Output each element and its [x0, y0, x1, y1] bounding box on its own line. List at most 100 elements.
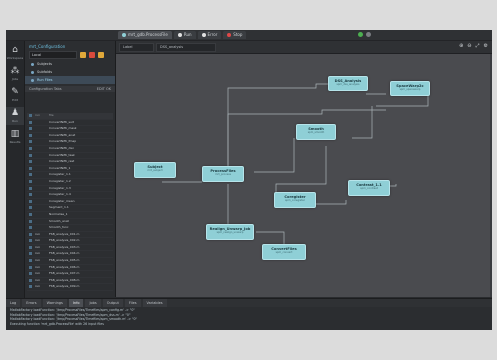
- node-smooth[interactable]: Smooth spm_smooth: [296, 124, 336, 140]
- table-row[interactable]: run FSB_analysis_003.m: [27, 245, 113, 252]
- row-checkbox[interactable]: [29, 206, 32, 210]
- node-contrast[interactable]: Contrast_1.1 spm_contrast: [348, 180, 390, 196]
- environment-select[interactable]: Local: [29, 51, 77, 59]
- table-row[interactable]: ConvertNifti_1: [27, 166, 113, 173]
- jobs-button[interactable]: ⁂ Jobs: [6, 65, 24, 83]
- node-subject[interactable]: Subject mrt_subject: [134, 162, 176, 178]
- tab-info[interactable]: Info: [68, 299, 84, 307]
- tab-run[interactable]: Run: [173, 31, 196, 39]
- node-process-files[interactable]: ProcessFiles mrt_process: [202, 166, 244, 182]
- play-button[interactable]: [358, 32, 363, 37]
- node-realign-unwarp[interactable]: Realign_Unwarp_Job spm_realign_unwarp: [206, 224, 254, 240]
- row-checkbox[interactable]: [29, 127, 32, 131]
- workspace-button[interactable]: ⌂ Workspace: [6, 44, 24, 62]
- table-row[interactable]: run FSB_analysis_005.m: [27, 258, 113, 265]
- table-row[interactable]: ConvertNifti_dwi: [27, 146, 113, 153]
- row-checkbox[interactable]: [29, 245, 32, 249]
- row-checkbox[interactable]: [29, 239, 32, 243]
- tab-errors[interactable]: Errors: [22, 299, 41, 307]
- tab-variables[interactable]: Variables: [142, 299, 167, 307]
- row-checkbox[interactable]: [29, 193, 32, 197]
- label-field[interactable]: Label: [119, 43, 154, 52]
- table-row[interactable]: Normalise_1: [27, 212, 113, 219]
- node-convert-files[interactable]: ConvertFiles spm_convert: [262, 244, 306, 260]
- node-coregister[interactable]: Coregister spm_coregister: [274, 192, 316, 208]
- console-output[interactable]: MatlabFactory loadFunction: '/tmp/Proces…: [6, 307, 492, 330]
- row-checkbox[interactable]: [29, 212, 32, 216]
- edit-button[interactable]: ✎ Edit: [6, 86, 24, 104]
- row-checkbox[interactable]: [29, 226, 32, 230]
- tab-output[interactable]: Output: [102, 299, 123, 307]
- table-row[interactable]: Smooth_anat: [27, 219, 113, 226]
- row-checkbox[interactable]: [29, 278, 32, 282]
- table-row[interactable]: ConvertNifti_rest: [27, 159, 113, 166]
- pause-button[interactable]: [366, 32, 371, 37]
- table-row[interactable]: Smooth_func: [27, 225, 113, 232]
- table-row[interactable]: ConvertNifti_anat: [27, 133, 113, 140]
- row-checkbox[interactable]: [29, 146, 32, 150]
- table-row[interactable]: Coregister_1.4: [27, 192, 113, 199]
- row-checkbox[interactable]: [29, 259, 32, 263]
- tab-warnings[interactable]: Warnings: [42, 299, 67, 307]
- list-item-run-files[interactable]: Run Files: [25, 76, 115, 84]
- table-row[interactable]: run FSB_analysis_009.m: [27, 284, 113, 292]
- table-row[interactable]: Coregister_1.1: [27, 172, 113, 179]
- table-row[interactable]: run FSB_analysis_002.m: [27, 238, 113, 245]
- row-checkbox[interactable]: [29, 265, 32, 269]
- table-row[interactable]: ConvertNifti_task: [27, 153, 113, 160]
- tab-jobs[interactable]: Jobs: [85, 299, 101, 307]
- tab-process-file[interactable]: mrt_gdb.ProcessFile: [118, 31, 172, 39]
- row-checkbox[interactable]: [29, 199, 32, 203]
- table-row[interactable]: run FSB_analysis_004.m: [27, 251, 113, 259]
- results-button[interactable]: ▥ Results: [6, 128, 24, 146]
- zoom-in-icon[interactable]: ⊕: [459, 43, 463, 49]
- row-checkbox[interactable]: [29, 272, 32, 276]
- row-checkbox[interactable]: [29, 133, 32, 137]
- table-row[interactable]: ConvertNifti_mask: [27, 126, 113, 133]
- row-checkbox[interactable]: [29, 179, 32, 183]
- table-row[interactable]: Coregister_1.3: [27, 186, 113, 193]
- row-checkbox[interactable]: [29, 232, 32, 236]
- fit-icon[interactable]: ⤢: [476, 43, 480, 49]
- row-checkbox[interactable]: [29, 166, 32, 170]
- table-row[interactable]: ConvertNifti_suit: [27, 120, 113, 127]
- save-button[interactable]: [98, 52, 104, 58]
- node-spacewarp[interactable]: SpaceWarp2c spm_spacewarp: [390, 81, 430, 96]
- zoom-out-icon[interactable]: ⊖: [467, 43, 471, 49]
- table-row[interactable]: ConvertNifti_fmap: [27, 139, 113, 146]
- pipeline-canvas[interactable]: DSS_Analysis spm_dss_analysis SpaceWarp2…: [116, 54, 490, 297]
- table-row[interactable]: Coregister_1.2: [27, 179, 113, 186]
- list-item-subfolds[interactable]: Subfolds: [25, 68, 115, 76]
- row-checkbox[interactable]: [29, 186, 32, 190]
- column-header-run[interactable]: run: [35, 113, 49, 119]
- select-all-checkbox[interactable]: [29, 114, 32, 117]
- row-checkbox[interactable]: [29, 285, 32, 289]
- node-dss-analysis[interactable]: DSS_Analysis spm_dss_analysis: [328, 76, 368, 91]
- row-checkbox[interactable]: [29, 140, 32, 144]
- table-action[interactable]: EDIT OK: [97, 87, 111, 91]
- table-row[interactable]: Segment_1.1: [27, 205, 113, 212]
- delete-button[interactable]: [89, 52, 95, 58]
- table-row[interactable]: run FSB_analysis_006.m: [27, 265, 113, 272]
- row-checkbox[interactable]: [29, 160, 32, 164]
- list-item-subjects[interactable]: Subjects: [25, 60, 115, 68]
- settings-icon[interactable]: ⚙: [484, 43, 488, 49]
- folder-button[interactable]: [80, 52, 86, 58]
- row-checkbox[interactable]: [29, 252, 32, 256]
- canvas-scrollbar[interactable]: [490, 54, 492, 297]
- tab-log[interactable]: Log: [6, 299, 21, 307]
- pipeline-name-field[interactable]: DSS_analysis: [156, 43, 216, 52]
- column-header-file[interactable]: file: [49, 113, 113, 119]
- row-checkbox[interactable]: [29, 120, 32, 124]
- run-button[interactable]: ♟ Run: [6, 107, 24, 125]
- tab-stop[interactable]: Stop: [223, 31, 247, 39]
- tab-files[interactable]: Files: [124, 299, 141, 307]
- row-checkbox[interactable]: [29, 173, 32, 177]
- row-checkbox[interactable]: [29, 153, 32, 157]
- tab-error[interactable]: Error: [197, 31, 222, 39]
- table-row[interactable]: run FSB_analysis_008.m: [27, 278, 113, 285]
- table-row[interactable]: Coregister_mean: [27, 199, 113, 206]
- table-row[interactable]: run FSB_analysis_007.m: [27, 271, 113, 278]
- table-row[interactable]: run FSB_analysis_001.m: [27, 232, 113, 239]
- row-checkbox[interactable]: [29, 219, 32, 223]
